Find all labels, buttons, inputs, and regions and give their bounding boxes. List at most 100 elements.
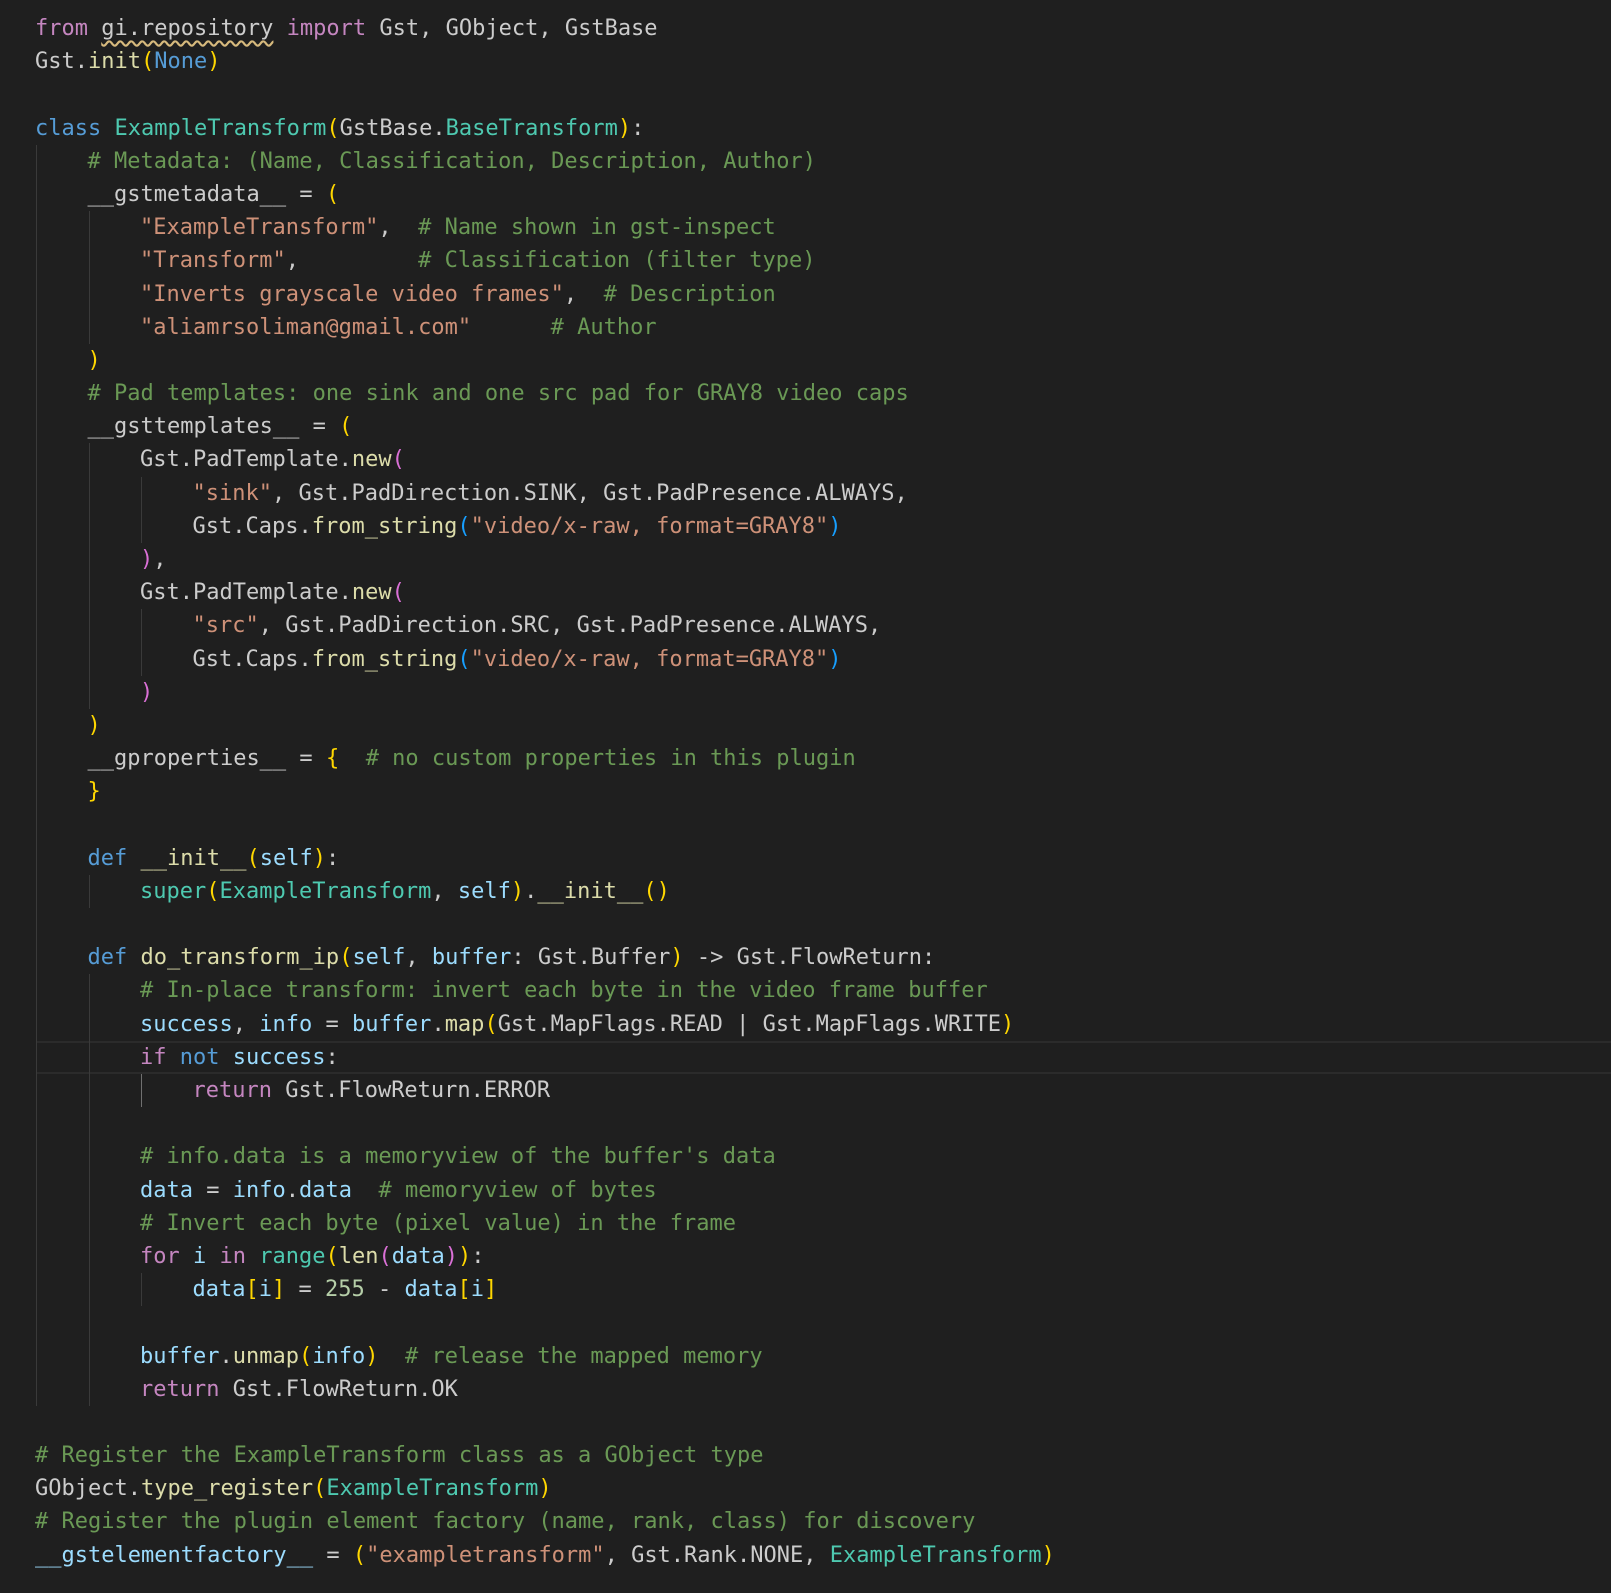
indent-guide — [141, 509, 142, 543]
code-token: , — [563, 281, 604, 307]
code-line[interactable]: __gsttemplates__ = ( — [0, 410, 1611, 444]
code-line[interactable]: # In-place transform: invert each byte i… — [0, 974, 1611, 1008]
code-line[interactable]: # Register the ExampleTransform class as… — [0, 1439, 1611, 1472]
code-line[interactable] — [0, 908, 1611, 942]
code-text: return Gst.FlowReturn.OK — [140, 1377, 458, 1402]
code-line[interactable]: __gstelementfactory__ = ("exampletransfo… — [0, 1539, 1611, 1572]
code-token: data — [391, 1243, 445, 1269]
code-token: ExampleTransform — [326, 1476, 539, 1502]
code-line[interactable]: def __init__(self): — [0, 841, 1611, 875]
code-token: ) — [1041, 1542, 1055, 1568]
code-text: super(ExampleTransform, self).__init__() — [140, 879, 670, 904]
code-token: __init__ — [537, 878, 644, 904]
code-line[interactable]: "sink", Gst.PadDirection.SINK, Gst.PadPr… — [0, 476, 1611, 510]
code-line[interactable] — [0, 808, 1611, 842]
indent-guide — [88, 1074, 90, 1108]
code-line[interactable]: ) — [0, 675, 1611, 709]
code-line[interactable]: from gi.repository import Gst, GObject, … — [0, 12, 1611, 45]
indent-guide — [88, 310, 90, 344]
code-text: def __init__(self): — [88, 846, 340, 871]
code-line[interactable]: super(ExampleTransform, self).__init__() — [0, 874, 1611, 909]
indent-guide — [36, 808, 37, 842]
code-line[interactable]: GObject.type_register(ExampleTransform) — [0, 1472, 1611, 1505]
code-line[interactable]: "Inverts grayscale video frames", # Desc… — [0, 277, 1611, 311]
code-line[interactable] — [0, 1306, 1611, 1340]
indent-guide — [36, 708, 37, 743]
code-token: : Gst.Buffer — [511, 945, 671, 971]
indent-guide — [88, 211, 90, 245]
code-token: ] — [271, 1277, 286, 1303]
indent-guide — [36, 1339, 37, 1373]
indent-guide — [88, 244, 90, 278]
code-line[interactable]: ) — [0, 343, 1611, 378]
code-token: data — [192, 1277, 246, 1303]
code-token: success — [232, 1044, 326, 1070]
code-line[interactable]: return Gst.FlowReturn.OK — [0, 1372, 1611, 1406]
code-token: buffer — [140, 1343, 220, 1369]
indent-guide — [141, 642, 142, 676]
indent-guide — [88, 277, 90, 311]
code-line[interactable]: if not success: — [0, 1040, 1611, 1075]
indent-guide — [88, 1140, 90, 1174]
code-text: Gst.Caps.from_string("video/x-raw, forma… — [193, 647, 842, 672]
code-token: i — [193, 1243, 207, 1269]
code-line[interactable]: data[i] = 255 - data[i] — [0, 1273, 1611, 1307]
code-token: ) — [828, 646, 842, 672]
code-token: 255 — [324, 1277, 365, 1303]
code-line[interactable]: ), — [0, 543, 1611, 577]
code-token: ) — [510, 878, 525, 904]
code-line[interactable]: # Invert each byte (pixel value) in the … — [0, 1206, 1611, 1240]
code-token: ( — [484, 1011, 498, 1037]
code-line[interactable]: Gst.PadTemplate.new( — [0, 443, 1611, 477]
code-token: ( — [339, 414, 353, 440]
code-line[interactable]: return Gst.FlowReturn.ERROR — [0, 1074, 1611, 1108]
indent-guide — [88, 1173, 90, 1207]
code-line[interactable]: # Register the plugin element factory (n… — [0, 1505, 1611, 1538]
code-line[interactable]: Gst.Caps.from_string("video/x-raw, forma… — [0, 642, 1611, 676]
code-line[interactable]: "src", Gst.PadDirection.SRC, Gst.PadPres… — [0, 609, 1611, 643]
code-token: BaseTransform — [445, 115, 618, 141]
code-line[interactable]: Gst.init(None) — [0, 45, 1611, 78]
code-token: ExampleTransform — [829, 1542, 1042, 1568]
code-line[interactable]: "ExampleTransform", # Name shown in gst-… — [0, 211, 1611, 245]
code-line[interactable]: Gst.PadTemplate.new( — [0, 576, 1611, 610]
code-line[interactable]: ) — [0, 708, 1611, 743]
code-text: "aliamrsoliman@gmail.com" # Author — [140, 315, 657, 340]
code-token: ) — [444, 1243, 458, 1269]
code-token: [ — [245, 1277, 259, 1303]
code-line[interactable]: __gproperties__ = { # no custom properti… — [0, 742, 1611, 776]
code-line[interactable]: success, info = buffer.map(Gst.MapFlags.… — [0, 1007, 1611, 1041]
code-line[interactable] — [0, 1107, 1611, 1141]
code-text: Gst.Caps.from_string("video/x-raw, forma… — [193, 514, 842, 539]
code-line[interactable] — [0, 78, 1611, 111]
indent-guide — [88, 1040, 90, 1074]
code-line[interactable]: buffer.unmap(info) # release the mapped … — [0, 1339, 1611, 1373]
code-line[interactable]: # info.data is a memoryview of the buffe… — [0, 1140, 1611, 1174]
code-token: # Classification (filter type) — [418, 248, 816, 274]
code-line[interactable]: "Transform", # Classification (filter ty… — [0, 244, 1611, 278]
code-text: GObject.type_register(ExampleTransform) — [35, 1476, 552, 1501]
code-token: __gproperties__ — [87, 746, 287, 772]
indent-guide — [36, 144, 37, 178]
code-token: ( — [391, 447, 405, 473]
code-line[interactable]: class ExampleTransform(GstBase.BaseTrans… — [0, 112, 1611, 145]
code-line[interactable]: # Metadata: (Name, Classification, Descr… — [0, 144, 1611, 178]
indent-guide — [36, 576, 37, 610]
code-text: ) — [140, 680, 153, 705]
code-token: map — [444, 1011, 485, 1037]
code-line[interactable]: "aliamrsoliman@gmail.com" # Author — [0, 310, 1611, 344]
code-line[interactable]: Gst.Caps.from_string("video/x-raw, forma… — [0, 509, 1611, 543]
code-line[interactable]: __gstmetadata__ = ( — [0, 177, 1611, 212]
code-editor[interactable]: from gi.repository import Gst, GObject, … — [0, 0, 1611, 1593]
code-token: new — [351, 447, 392, 473]
indent-guide — [36, 974, 37, 1008]
code-line[interactable]: } — [0, 775, 1611, 809]
code-token: "src" — [192, 613, 259, 639]
code-line[interactable]: def do_transform_ip(self, buffer: Gst.Bu… — [0, 941, 1611, 975]
code-line[interactable]: # Pad templates: one sink and one src pa… — [0, 377, 1611, 411]
code-line[interactable]: data = info.data # memoryview of bytes — [0, 1173, 1611, 1207]
code-line[interactable] — [0, 1406, 1611, 1439]
code-token: : — [325, 845, 340, 871]
code-line[interactable]: for i in range(len(data)): — [0, 1239, 1611, 1274]
